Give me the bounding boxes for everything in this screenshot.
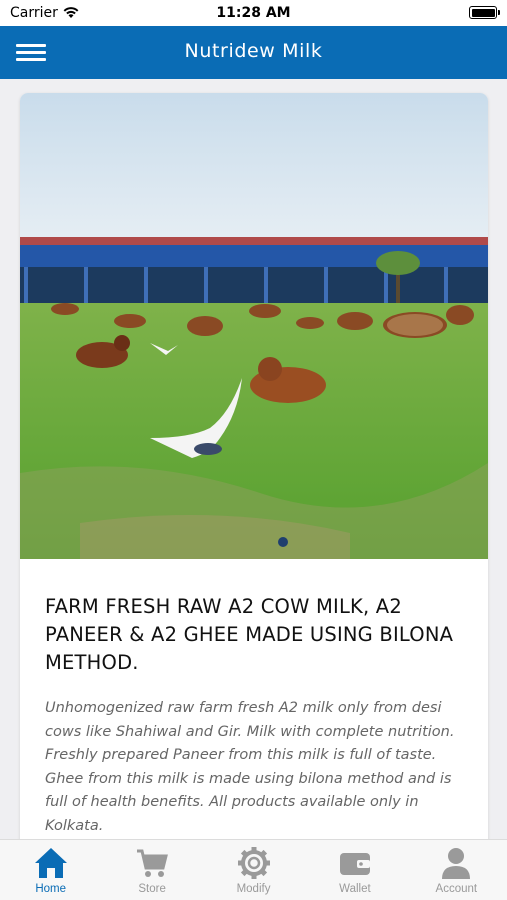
main-content[interactable]: FARM FRESH RAW A2 COW MILK, A2 PANEER & …: [0, 79, 507, 839]
product-description: Unhomogenized raw farm fresh A2 milk onl…: [45, 700, 455, 834]
cart-icon: [137, 849, 169, 877]
home-icon: [34, 848, 67, 878]
tab-store[interactable]: Store: [101, 840, 202, 900]
tab-wallet[interactable]: Wallet: [304, 840, 405, 900]
carousel-dot[interactable]: [278, 537, 288, 547]
tab-account[interactable]: Account: [406, 840, 507, 900]
tab-bar: Home Store Modify Wallet Account: [0, 839, 507, 900]
tab-label: Account: [435, 883, 478, 895]
page-title: Nutridew Milk: [184, 40, 323, 62]
tab-label: Store: [138, 883, 166, 895]
person-icon: [442, 848, 471, 879]
tab-label: Home: [35, 883, 67, 895]
tab-label: Wallet: [339, 883, 371, 895]
clock: 11:28 AM: [216, 5, 291, 21]
tab-home[interactable]: Home: [0, 840, 101, 900]
battery-icon: [469, 6, 500, 19]
product-title: FARM FRESH RAW A2 COW MILK, A2 PANEER & …: [45, 595, 454, 674]
app-header: Nutridew Milk: [0, 26, 507, 79]
wallet-icon: [339, 853, 370, 875]
product-card[interactable]: FARM FRESH RAW A2 COW MILK, A2 PANEER & …: [20, 93, 488, 839]
tab-modify[interactable]: Modify: [203, 840, 304, 900]
tab-label: Modify: [236, 883, 271, 895]
gear-icon: [237, 847, 270, 879]
status-bar: Carrier 11:28 AM: [0, 0, 507, 26]
banner-image[interactable]: [20, 93, 488, 559]
